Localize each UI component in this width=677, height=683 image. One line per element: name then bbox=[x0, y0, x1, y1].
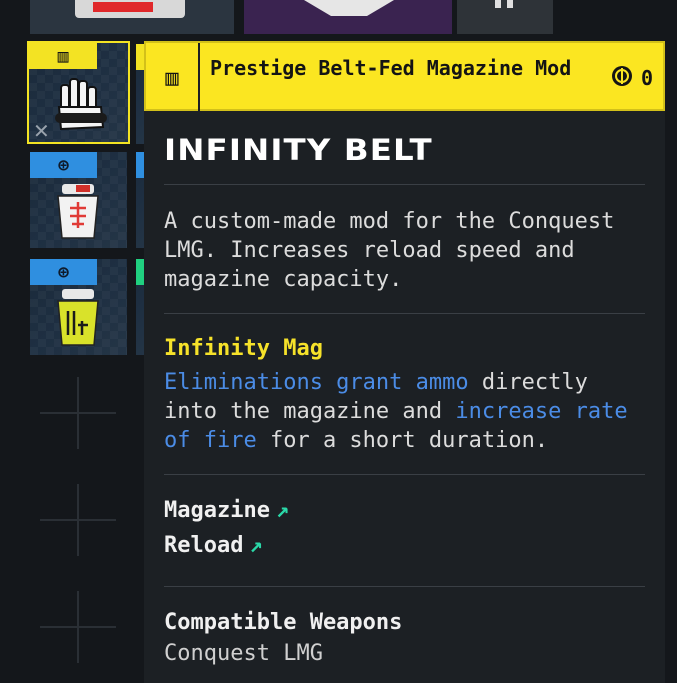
perk-highlight-1: Eliminations grant ammo bbox=[164, 370, 469, 395]
rarity-badge: ⊕ bbox=[30, 152, 97, 178]
rarity-badge: ⊕ bbox=[30, 259, 97, 285]
card-2-art bbox=[304, 0, 394, 16]
compatible-weapons-value: Conquest LMG bbox=[164, 641, 323, 666]
price-value: 0 bbox=[640, 66, 653, 90]
figure-mod-icon bbox=[54, 182, 102, 242]
top-card-2[interactable] bbox=[244, 0, 452, 34]
empty-slot-3[interactable] bbox=[30, 591, 127, 667]
item-title: INFINITY BELT bbox=[164, 133, 433, 167]
stat-label: Magazine bbox=[164, 498, 270, 523]
mod-slot-2[interactable]: ⊕ bbox=[30, 152, 127, 248]
stat-label: Reload bbox=[164, 533, 244, 558]
compatible-weapons-label: Compatible Weapons bbox=[164, 610, 403, 635]
top-card-1[interactable] bbox=[30, 0, 234, 34]
perk-name: Infinity Mag bbox=[164, 336, 323, 361]
divider bbox=[164, 184, 645, 185]
chevron-marker-icon: ▥ bbox=[57, 45, 69, 67]
mod-type-icon: ⊕ bbox=[58, 154, 69, 176]
stat-magazine: Magazine ↗ bbox=[164, 498, 289, 523]
mod-slot-selected[interactable]: ▥ ✕ bbox=[27, 41, 130, 144]
mod-type-label: Prestige Belt-Fed Magazine Mod bbox=[210, 56, 572, 80]
tooltip-header: ▥ Prestige Belt-Fed Magazine Mod 0 bbox=[144, 41, 665, 113]
pause-icon bbox=[495, 0, 501, 8]
figure-mod-icon bbox=[54, 287, 102, 349]
divider bbox=[164, 474, 645, 475]
perk-text-2: for a short duration. bbox=[256, 428, 549, 453]
increase-arrow-icon: ↗ bbox=[249, 533, 263, 558]
top-card-3[interactable] bbox=[457, 0, 553, 34]
cash-coin-icon bbox=[611, 65, 633, 91]
mod-type-icon: ⊕ bbox=[58, 261, 69, 283]
close-icon[interactable]: ✕ bbox=[33, 119, 50, 142]
item-description: A custom-made mod for the Conquest LMG. … bbox=[164, 209, 615, 292]
mod-tooltip: ▥ Prestige Belt-Fed Magazine Mod 0 INFIN… bbox=[144, 41, 665, 683]
prestige-badge: ▥ bbox=[29, 43, 97, 69]
divider bbox=[164, 586, 645, 587]
hand-mod-icon bbox=[51, 77, 111, 135]
stat-reload: Reload ↗ bbox=[164, 533, 263, 558]
empty-slot-2[interactable] bbox=[30, 484, 127, 560]
perk-description: Eliminations grant ammo directly into th… bbox=[164, 368, 654, 455]
mod-slot-3[interactable]: ⊕ bbox=[30, 259, 127, 355]
price: 0 bbox=[611, 65, 653, 91]
increase-arrow-icon: ↗ bbox=[275, 498, 290, 523]
divider bbox=[164, 313, 645, 314]
card-1-art bbox=[75, 0, 185, 18]
chevron-marker-icon: ▥ bbox=[146, 43, 200, 113]
empty-slot-1[interactable] bbox=[30, 377, 127, 453]
